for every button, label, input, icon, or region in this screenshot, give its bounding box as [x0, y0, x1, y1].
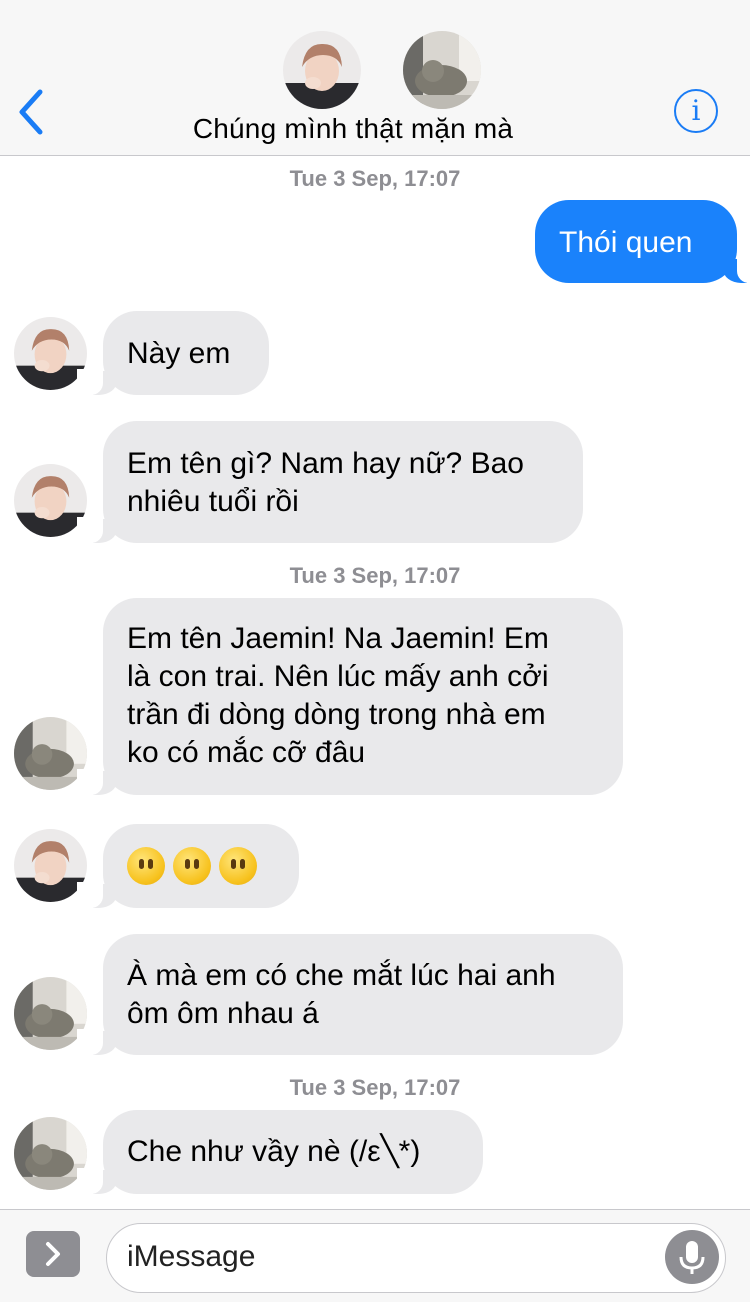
emoji-row [127, 847, 275, 885]
timestamp: Tue 3 Sep, 17:07 [289, 166, 461, 191]
timestamp: Tue 3 Sep, 17:07 [289, 563, 461, 588]
message-text: Che như vầy nè (/ε╲*) [127, 1135, 421, 1168]
app-drawer-button[interactable] [26, 1231, 80, 1277]
message-line: À mà em có che mắt lúc hai anh [127, 959, 556, 992]
message-composer: iMessage [0, 1209, 750, 1302]
message-input-placeholder: iMessage [127, 1240, 256, 1273]
message-line: ôm ôm nhau á [127, 997, 319, 1030]
message-line: là con trai. Nên lúc mấy anh cởi [127, 660, 549, 693]
message-text: Này em [127, 337, 231, 370]
message-line: Em tên gì? Nam hay nữ? Bao [127, 447, 524, 480]
conversation-header: Chúng mình thật mặn mà i [0, 0, 750, 156]
message-line: ko có mắc cỡ đâu [127, 736, 366, 769]
message-text: Thói quen [559, 226, 693, 259]
received-message-bubble[interactable] [77, 824, 299, 908]
received-message-bubble[interactable]: Em tên Jaemin! Na Jaemin! Em là con trai… [77, 598, 623, 795]
face-without-mouth-icon [219, 847, 257, 885]
info-icon[interactable]: i [674, 89, 718, 133]
face-without-mouth-icon [127, 847, 165, 885]
message-line: trần đi dòng dòng trong nhà em [127, 698, 546, 731]
received-message-bubble[interactable]: Che như vầy nè (/ε╲*) [77, 1110, 483, 1194]
face-without-mouth-icon [173, 847, 211, 885]
received-message-bubble[interactable]: Này em [77, 311, 269, 395]
timestamp: Tue 3 Sep, 17:07 [289, 1075, 461, 1100]
group-member-avatar-boy[interactable] [283, 31, 361, 109]
message-line: Em tên Jaemin! Na Jaemin! Em [127, 622, 549, 655]
group-member-avatar-cat[interactable] [403, 31, 481, 109]
microphone-icon [679, 1241, 705, 1274]
microphone-button[interactable] [665, 1230, 719, 1284]
chevron-right-icon [46, 1242, 60, 1266]
message-input[interactable]: iMessage [106, 1223, 726, 1293]
conversation-title: Chúng mình thật mặn mà [192, 113, 514, 144]
message-line: nhiêu tuổi rồi [127, 485, 299, 518]
received-message-bubble[interactable]: Em tên gì? Nam hay nữ? Bao nhiêu tuổi rồ… [77, 421, 583, 543]
sent-message-bubble[interactable]: Thói quen [535, 200, 750, 283]
received-message-bubble[interactable]: À mà em có che mắt lúc hai anh ôm ôm nha… [77, 934, 623, 1055]
